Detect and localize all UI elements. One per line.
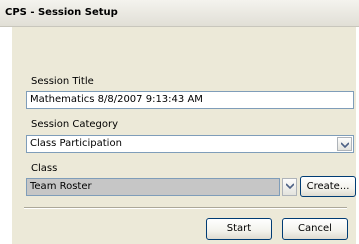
- start-button[interactable]: Start: [206, 218, 272, 240]
- class-dropdown-toggle[interactable]: [280, 178, 297, 196]
- cancel-button[interactable]: Cancel: [282, 218, 348, 240]
- window-title: CPS - Session Setup: [5, 7, 118, 18]
- create-class-button[interactable]: Create...: [300, 176, 356, 197]
- divider: [24, 207, 347, 209]
- title-bar[interactable]: CPS - Session Setup: [0, 0, 359, 27]
- session-category-value: Class Participation: [30, 138, 122, 149]
- chevron-down-icon[interactable]: [337, 137, 352, 151]
- class-select[interactable]: Team Roster: [26, 178, 280, 196]
- class-value: Team Roster: [30, 181, 92, 192]
- session-title-input[interactable]: Mathematics 8/8/2007 9:13:43 AM: [26, 91, 354, 109]
- chevron-down-icon[interactable]: [282, 178, 297, 196]
- dialog-body: Session Title Mathematics 8/8/2007 9:13:…: [12, 27, 359, 244]
- class-label: Class: [31, 163, 58, 174]
- session-title-label: Session Title: [31, 76, 94, 87]
- session-category-label: Session Category: [31, 119, 119, 130]
- session-setup-window: CPS - Session Setup Session Title Mathem…: [0, 0, 359, 244]
- session-category-select[interactable]: Class Participation: [26, 135, 354, 153]
